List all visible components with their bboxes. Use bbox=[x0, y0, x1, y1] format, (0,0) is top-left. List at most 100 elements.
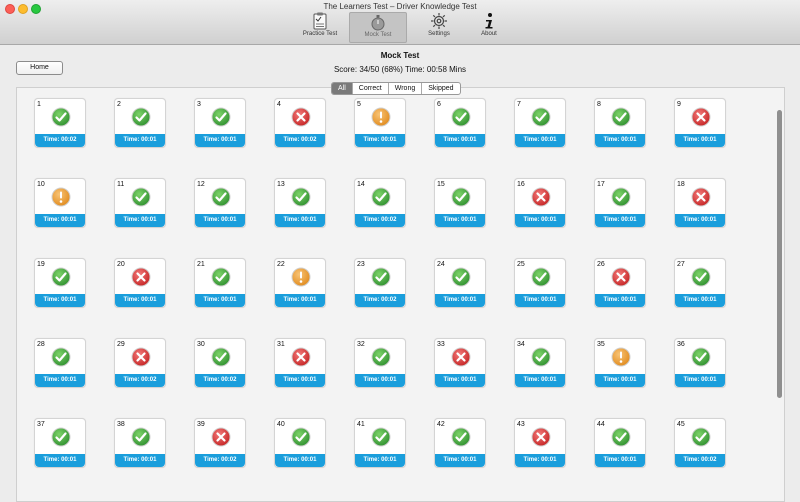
question-time: Time: 00:02 bbox=[355, 294, 405, 307]
scrollbar[interactable] bbox=[777, 110, 782, 398]
question-time: Time: 00:01 bbox=[435, 294, 485, 307]
question-time: Time: 00:01 bbox=[355, 374, 405, 387]
toolbar-practice-test-label: Practice Test bbox=[302, 31, 338, 37]
question-tile[interactable]: 15 Time: 00:01 bbox=[434, 178, 486, 228]
question-tile[interactable]: 34 Time: 00:01 bbox=[514, 338, 566, 388]
filter-correct[interactable]: Correct bbox=[353, 83, 389, 94]
question-tile[interactable]: 36 Time: 00:01 bbox=[674, 338, 726, 388]
question-time: Time: 00:01 bbox=[435, 214, 485, 227]
question-tile[interactable]: 5 Time: 00:01 bbox=[354, 98, 406, 148]
question-tile[interactable]: 18 Time: 00:01 bbox=[674, 178, 726, 228]
correct-check-icon bbox=[51, 427, 71, 447]
question-time: Time: 00:01 bbox=[275, 454, 325, 467]
question-time: Time: 00:01 bbox=[435, 134, 485, 147]
question-tile[interactable]: 22 Time: 00:01 bbox=[274, 258, 326, 308]
question-tile[interactable]: 45 Time: 00:02 bbox=[674, 418, 726, 468]
score-summary: Score: 34/50 (68%) Time: 00:58 Mins bbox=[333, 65, 467, 74]
gear-icon bbox=[431, 13, 447, 29]
question-tile[interactable]: 33 Time: 00:01 bbox=[434, 338, 486, 388]
question-tile[interactable]: 23 Time: 00:02 bbox=[354, 258, 406, 308]
question-tile[interactable]: 4 Time: 00:02 bbox=[274, 98, 326, 148]
question-tile[interactable]: 26 Time: 00:01 bbox=[594, 258, 646, 308]
toolbar-practice-test[interactable]: Practice Test bbox=[292, 11, 348, 43]
wrong-x-icon bbox=[691, 107, 711, 127]
question-tile[interactable]: 27 Time: 00:01 bbox=[674, 258, 726, 308]
question-tile[interactable]: 6 Time: 00:01 bbox=[434, 98, 486, 148]
correct-check-icon bbox=[51, 267, 71, 287]
question-time: Time: 00:02 bbox=[35, 134, 85, 147]
correct-check-icon bbox=[211, 267, 231, 287]
question-tile[interactable]: 21 Time: 00:01 bbox=[194, 258, 246, 308]
question-tile[interactable]: 3 Time: 00:01 bbox=[194, 98, 246, 148]
question-time: Time: 00:02 bbox=[195, 454, 245, 467]
question-tile[interactable]: 39 Time: 00:02 bbox=[194, 418, 246, 468]
skipped-exclamation-icon bbox=[291, 267, 311, 287]
question-tile[interactable]: 40 Time: 00:01 bbox=[274, 418, 326, 468]
page-title: Mock Test bbox=[380, 51, 420, 60]
question-number: 25 bbox=[517, 261, 525, 268]
question-tile[interactable]: 8 Time: 00:01 bbox=[594, 98, 646, 148]
question-tile[interactable]: 43 Time: 00:01 bbox=[514, 418, 566, 468]
stopwatch-icon bbox=[371, 15, 385, 31]
question-tile[interactable]: 37 Time: 00:01 bbox=[34, 418, 86, 468]
question-tile[interactable]: 11 Time: 00:01 bbox=[114, 178, 166, 228]
question-tile[interactable]: 14 Time: 00:02 bbox=[354, 178, 406, 228]
question-tile[interactable]: 24 Time: 00:01 bbox=[434, 258, 486, 308]
question-tile[interactable]: 38 Time: 00:01 bbox=[114, 418, 166, 468]
question-number: 13 bbox=[277, 181, 285, 188]
filter-all[interactable]: All bbox=[332, 83, 353, 94]
question-time: Time: 00:01 bbox=[515, 214, 565, 227]
question-number: 11 bbox=[117, 181, 125, 188]
correct-check-icon bbox=[131, 107, 151, 127]
question-tile[interactable]: 25 Time: 00:01 bbox=[514, 258, 566, 308]
question-number: 24 bbox=[437, 261, 445, 268]
question-tile[interactable]: 32 Time: 00:01 bbox=[354, 338, 406, 388]
toolbar-mock-test[interactable]: Mock Test bbox=[349, 12, 407, 43]
question-number: 16 bbox=[517, 181, 525, 188]
question-number: 5 bbox=[357, 101, 361, 108]
question-tile[interactable]: 28 Time: 00:01 bbox=[34, 338, 86, 388]
question-tile[interactable]: 44 Time: 00:01 bbox=[594, 418, 646, 468]
question-number: 37 bbox=[37, 421, 45, 428]
question-tile[interactable]: 19 Time: 00:01 bbox=[34, 258, 86, 308]
question-tile[interactable]: 13 Time: 00:01 bbox=[274, 178, 326, 228]
toolbar-settings[interactable]: Settings bbox=[411, 11, 467, 43]
correct-check-icon bbox=[371, 347, 391, 367]
question-time: Time: 00:01 bbox=[115, 134, 165, 147]
question-tile[interactable]: 20 Time: 00:01 bbox=[114, 258, 166, 308]
question-tile[interactable]: 31 Time: 00:01 bbox=[274, 338, 326, 388]
question-tile[interactable]: 42 Time: 00:01 bbox=[434, 418, 486, 468]
question-tile[interactable]: 2 Time: 00:01 bbox=[114, 98, 166, 148]
question-tile[interactable]: 41 Time: 00:01 bbox=[354, 418, 406, 468]
question-tile[interactable]: 7 Time: 00:01 bbox=[514, 98, 566, 148]
question-time: Time: 00:01 bbox=[355, 454, 405, 467]
question-time: Time: 00:01 bbox=[195, 134, 245, 147]
question-time: Time: 00:01 bbox=[595, 214, 645, 227]
question-tile[interactable]: 29 Time: 00:02 bbox=[114, 338, 166, 388]
correct-check-icon bbox=[451, 267, 471, 287]
toolbar-about[interactable]: About bbox=[461, 11, 517, 43]
correct-check-icon bbox=[371, 187, 391, 207]
question-number: 22 bbox=[277, 261, 285, 268]
question-time: Time: 00:01 bbox=[35, 214, 85, 227]
skipped-exclamation-icon bbox=[371, 107, 391, 127]
question-number: 18 bbox=[677, 181, 685, 188]
question-tile[interactable]: 9 Time: 00:01 bbox=[674, 98, 726, 148]
correct-check-icon bbox=[291, 187, 311, 207]
question-tile[interactable]: 30 Time: 00:02 bbox=[194, 338, 246, 388]
question-tile[interactable]: 10 Time: 00:01 bbox=[34, 178, 86, 228]
question-tile[interactable]: 12 Time: 00:01 bbox=[194, 178, 246, 228]
wrong-x-icon bbox=[531, 427, 551, 447]
correct-check-icon bbox=[291, 427, 311, 447]
question-tile[interactable]: 16 Time: 00:01 bbox=[514, 178, 566, 228]
question-number: 10 bbox=[37, 181, 45, 188]
filter-wrong[interactable]: Wrong bbox=[389, 83, 423, 94]
correct-check-icon bbox=[611, 427, 631, 447]
filter-skipped[interactable]: Skipped bbox=[422, 83, 459, 94]
question-tile[interactable]: 1 Time: 00:02 bbox=[34, 98, 86, 148]
question-number: 1 bbox=[37, 101, 41, 108]
question-tile[interactable]: 35 Time: 00:01 bbox=[594, 338, 646, 388]
correct-check-icon bbox=[451, 427, 471, 447]
question-tile[interactable]: 17 Time: 00:01 bbox=[594, 178, 646, 228]
question-number: 8 bbox=[597, 101, 601, 108]
